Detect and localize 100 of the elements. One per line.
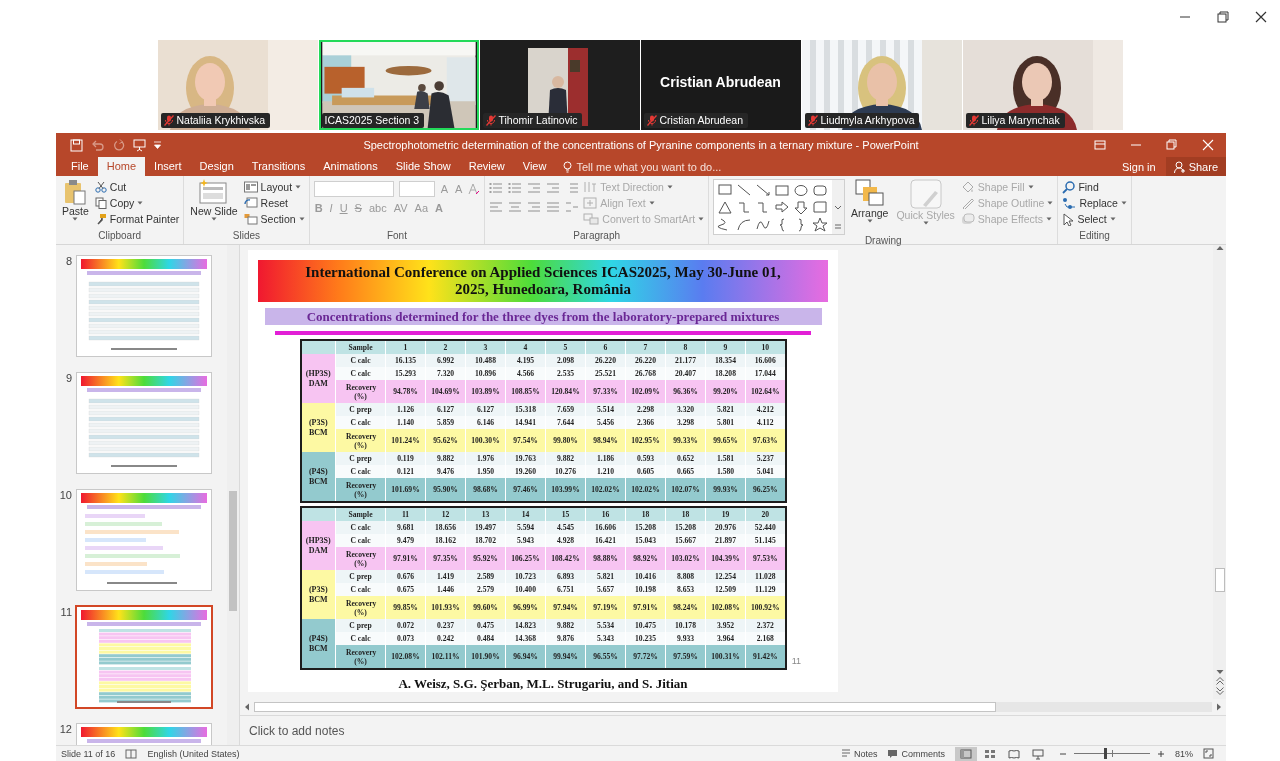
next-slide-icon[interactable] <box>1215 687 1224 695</box>
justify-icon[interactable] <box>546 201 561 214</box>
increase-indent-icon[interactable] <box>546 182 561 195</box>
previous-slide-icon[interactable] <box>1215 677 1224 685</box>
ribbon-tab[interactable]: Slide Show <box>386 157 460 176</box>
paint-bucket-icon <box>960 181 975 193</box>
caret-icon <box>295 185 302 189</box>
save-icon[interactable] <box>70 138 83 152</box>
align-right-icon[interactable] <box>527 201 542 214</box>
caret-icon <box>1047 201 1054 205</box>
font-size-field[interactable] <box>398 180 435 197</box>
slide-number: 12 <box>58 723 72 735</box>
ribbon-button[interactable]: Layout <box>243 179 305 195</box>
ribbon-button[interactable]: Reset <box>243 195 305 211</box>
close-icon[interactable] <box>1255 11 1267 23</box>
ribbon-button[interactable]: Select <box>1062 211 1127 227</box>
ribbon-button[interactable]: New Slide <box>188 179 240 230</box>
zoom-slider[interactable] <box>1074 748 1150 759</box>
group-label: Clipboard <box>97 230 143 243</box>
ribbon-button[interactable]: Section <box>243 211 305 227</box>
scroll-right-icon[interactable] <box>1216 703 1222 711</box>
restore-icon[interactable] <box>1166 139 1178 151</box>
ribbon-button[interactable]: Copy <box>94 195 180 211</box>
normal-view-icon[interactable] <box>955 746 977 761</box>
align-center-icon[interactable] <box>508 201 523 214</box>
caret-icon <box>922 221 929 225</box>
zoom-in-icon[interactable] <box>1157 749 1165 758</box>
group-label: Paragraph <box>572 230 622 243</box>
search-icon <box>1062 180 1076 194</box>
scroll-up-icon[interactable] <box>1215 245 1224 251</box>
scrollbar[interactable] <box>227 245 239 745</box>
spelling-icon[interactable] <box>125 748 138 759</box>
caret-icon <box>866 219 873 223</box>
zoom-level[interactable]: 81% <box>1175 748 1193 759</box>
format-button[interactable]: S <box>353 201 363 214</box>
scroll-thumb[interactable] <box>1214 568 1225 592</box>
ribbon-tab[interactable]: Transitions <box>242 157 315 176</box>
caret-icon <box>298 217 305 221</box>
customize-caret-icon[interactable] <box>154 141 161 149</box>
ribbon-button[interactable]: Paste <box>60 179 91 230</box>
restore-icon[interactable] <box>1217 11 1229 23</box>
ribbon-tab[interactable]: Animations <box>314 157 387 176</box>
ribbon-button[interactable]: Arrange <box>849 179 891 235</box>
ribbon-tab[interactable]: Review <box>459 157 514 176</box>
shapes-gallery[interactable] <box>713 179 846 235</box>
font-name-field[interactable] <box>313 180 394 197</box>
tell-me-field[interactable]: Tell me what you want to do... <box>555 157 722 176</box>
bullets-icon[interactable] <box>489 182 504 195</box>
quick-styles-icon <box>908 179 943 209</box>
align-left-icon[interactable] <box>489 201 504 214</box>
notes-button[interactable]: Notes <box>840 748 878 759</box>
ribbon-button[interactable]: Find <box>1062 179 1127 195</box>
add-person-icon <box>1173 160 1186 173</box>
ribbon-tab[interactable]: Insert <box>145 157 191 176</box>
clear-formatting-icon[interactable] <box>468 182 481 195</box>
arrange-icon <box>854 179 885 207</box>
decrease-indent-icon[interactable] <box>527 182 542 195</box>
slide-number: 9 <box>64 372 72 384</box>
caret-icon <box>1120 201 1127 205</box>
fit-to-window-icon[interactable] <box>1203 748 1214 759</box>
slide-counter: Slide 11 of 16 <box>61 748 116 759</box>
ribbon-tab[interactable]: View <box>513 157 556 176</box>
participant-name: Liudmyla Arkhypova <box>820 114 915 126</box>
ribbon-tab[interactable]: Design <box>190 157 243 176</box>
columns-icon[interactable] <box>565 201 580 214</box>
language-label[interactable]: English (United States) <box>147 748 240 759</box>
slide-subtitle: Concentrations determined for the three dyes from the laboratory-prepared mixtures <box>264 308 822 326</box>
ribbon-tab[interactable]: Home <box>97 157 146 176</box>
scissors-icon <box>94 181 107 193</box>
ribbon-button[interactable]: Format Painter <box>94 211 180 227</box>
window-title: Spectrophotometric determination of the concentrations of Pyranine components in a ternary mixture - PowerPoint <box>363 139 919 151</box>
caret-icon <box>648 201 655 205</box>
comments-button[interactable]: Comments <box>887 748 945 759</box>
ribbon-tab[interactable]: File <box>62 157 98 176</box>
slide-thumbnail[interactable] <box>76 255 212 357</box>
pen-icon <box>960 197 975 209</box>
ribbon-options-icon[interactable] <box>1094 139 1106 151</box>
ribbon-button[interactable]: Replace <box>1062 195 1127 211</box>
numbering-icon[interactable] <box>508 182 523 195</box>
caret-icon <box>137 201 144 205</box>
caret-icon <box>698 217 705 221</box>
sign-in-link[interactable]: Sign in <box>1112 160 1166 173</box>
slide-thumbnail[interactable] <box>76 489 212 591</box>
slide-number: 11 <box>59 606 72 618</box>
replace-icon <box>1062 196 1077 210</box>
presentation-icon[interactable] <box>133 138 146 152</box>
slide-thumbnail[interactable] <box>75 605 213 709</box>
page-number: 11 <box>791 656 801 666</box>
scroll-down-icon[interactable] <box>1215 669 1224 675</box>
ribbon-button[interactable]: Cut <box>94 179 180 195</box>
row-group-label: (P3S) BCM <box>300 570 336 619</box>
caret-icon <box>666 185 673 189</box>
scrollbar[interactable] <box>1213 245 1226 699</box>
scroll-left-icon[interactable] <box>244 703 250 711</box>
group-label: Slides <box>231 230 262 243</box>
notes-pane[interactable]: Click to add notes <box>240 715 1226 745</box>
participant-name: Tihomir Latinovic <box>498 114 578 126</box>
layout-icon <box>243 181 258 193</box>
slide-thumbnail[interactable] <box>76 372 212 474</box>
share-button[interactable]: Share <box>1165 157 1226 176</box>
